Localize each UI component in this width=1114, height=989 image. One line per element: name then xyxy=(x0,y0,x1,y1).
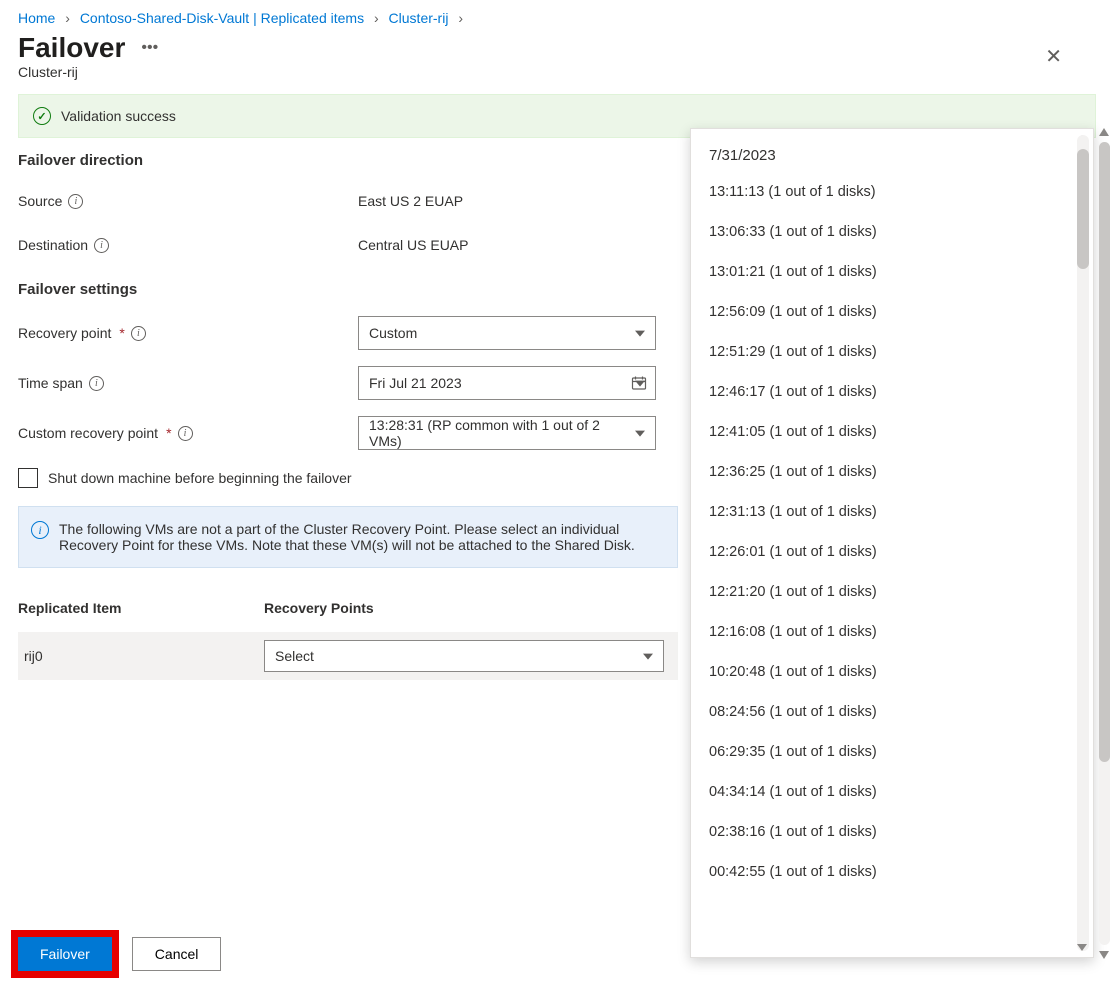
close-icon[interactable]: ✕ xyxy=(1037,40,1070,73)
info-panel: i The following VMs are not a part of th… xyxy=(18,506,678,568)
info-icon[interactable]: i xyxy=(131,326,146,341)
table-row-item: rij0 xyxy=(18,648,264,664)
dropdown-date-header: 7/31/2023 xyxy=(691,137,1093,172)
chevron-right-icon: › xyxy=(458,10,463,26)
row-recovery-point-value: Select xyxy=(275,648,314,664)
recovery-point-option[interactable]: 12:26:01 (1 out of 1 disks) xyxy=(691,532,1093,572)
failover-button[interactable]: Failover xyxy=(18,937,112,971)
row-recovery-point-select[interactable]: Select xyxy=(264,640,664,672)
breadcrumb-home[interactable]: Home xyxy=(18,10,55,26)
recovery-point-option[interactable]: 13:11:13 (1 out of 1 disks) xyxy=(691,172,1093,212)
recovery-point-option[interactable]: 12:41:05 (1 out of 1 disks) xyxy=(691,412,1093,452)
recovery-point-select[interactable]: Custom xyxy=(358,316,656,350)
shutdown-checkbox[interactable] xyxy=(18,468,38,488)
recovery-point-option[interactable]: 02:38:16 (1 out of 1 disks) xyxy=(691,812,1093,852)
scroll-up-icon[interactable] xyxy=(1099,128,1109,136)
panel-scroll-thumb[interactable] xyxy=(1099,142,1110,762)
info-icon: i xyxy=(31,521,49,539)
recovery-point-label: Recovery point xyxy=(18,325,111,341)
dropdown-scroll-thumb[interactable] xyxy=(1077,149,1089,269)
shutdown-label: Shut down machine before beginning the f… xyxy=(48,470,352,486)
page-subtitle: Cluster-rij xyxy=(18,64,158,80)
recovery-point-option[interactable]: 12:31:13 (1 out of 1 disks) xyxy=(691,492,1093,532)
page-header: Failover ••• Cluster-rij ✕ xyxy=(0,30,1114,88)
custom-rp-label: Custom recovery point xyxy=(18,425,158,441)
recovery-point-option[interactable]: 12:51:29 (1 out of 1 disks) xyxy=(691,332,1093,372)
recovery-point-option[interactable]: 12:16:08 (1 out of 1 disks) xyxy=(691,612,1093,652)
recovery-point-option[interactable]: 00:42:55 (1 out of 1 disks) xyxy=(691,852,1093,892)
footer: Failover Cancel xyxy=(18,937,221,971)
recovery-point-value: Custom xyxy=(369,325,417,341)
info-icon[interactable]: i xyxy=(178,426,193,441)
recovery-point-option[interactable]: 10:20:48 (1 out of 1 disks) xyxy=(691,652,1093,692)
breadcrumb: Home › Contoso-Shared-Disk-Vault | Repli… xyxy=(0,0,1114,30)
source-label: Source xyxy=(18,193,62,209)
info-icon[interactable]: i xyxy=(89,376,104,391)
recovery-point-option[interactable]: 12:56:09 (1 out of 1 disks) xyxy=(691,292,1093,332)
scroll-down-icon[interactable] xyxy=(1077,944,1087,951)
chevron-right-icon: › xyxy=(65,10,70,26)
info-icon[interactable]: i xyxy=(68,194,83,209)
chevron-right-icon: › xyxy=(374,10,379,26)
recovery-point-option[interactable]: 12:36:25 (1 out of 1 disks) xyxy=(691,452,1093,492)
recovery-point-option[interactable]: 04:34:14 (1 out of 1 disks) xyxy=(691,772,1093,812)
info-panel-text: The following VMs are not a part of the … xyxy=(59,521,635,553)
recovery-point-option[interactable]: 06:29:35 (1 out of 1 disks) xyxy=(691,732,1093,772)
dropdown-scrollbar[interactable] xyxy=(1077,135,1089,951)
breadcrumb-cluster[interactable]: Cluster-rij xyxy=(389,10,449,26)
recovery-point-option[interactable]: 12:46:17 (1 out of 1 disks) xyxy=(691,372,1093,412)
calendar-icon xyxy=(631,375,647,391)
scroll-down-icon[interactable] xyxy=(1099,951,1109,959)
check-circle-icon: ✓ xyxy=(33,107,51,125)
destination-label: Destination xyxy=(18,237,88,253)
timespan-value: Fri Jul 21 2023 xyxy=(369,375,462,391)
more-icon[interactable]: ••• xyxy=(141,39,158,57)
page-title: Failover xyxy=(18,32,125,64)
info-icon[interactable]: i xyxy=(94,238,109,253)
cancel-button[interactable]: Cancel xyxy=(132,937,222,971)
panel-scrollbar[interactable] xyxy=(1097,128,1112,959)
timespan-date-input[interactable]: Fri Jul 21 2023 xyxy=(358,366,656,400)
recovery-point-option[interactable]: 12:21:20 (1 out of 1 disks) xyxy=(691,572,1093,612)
custom-rp-select[interactable]: 13:28:31 (RP common with 1 out of 2 VMs) xyxy=(358,416,656,450)
recovery-points-dropdown[interactable]: 7/31/202313:11:13 (1 out of 1 disks)13:0… xyxy=(690,128,1094,958)
col-replicated-item: Replicated Item xyxy=(18,600,264,616)
recovery-point-option[interactable]: 08:24:56 (1 out of 1 disks) xyxy=(691,692,1093,732)
table-row: rij0 Select xyxy=(18,632,678,680)
timespan-label: Time span xyxy=(18,375,83,391)
custom-rp-value: 13:28:31 (RP common with 1 out of 2 VMs) xyxy=(369,417,625,449)
validation-text: Validation success xyxy=(61,108,176,124)
recovery-point-option[interactable]: 13:06:33 (1 out of 1 disks) xyxy=(691,212,1093,252)
breadcrumb-vault[interactable]: Contoso-Shared-Disk-Vault | Replicated i… xyxy=(80,10,364,26)
recovery-point-option[interactable]: 13:01:21 (1 out of 1 disks) xyxy=(691,252,1093,292)
